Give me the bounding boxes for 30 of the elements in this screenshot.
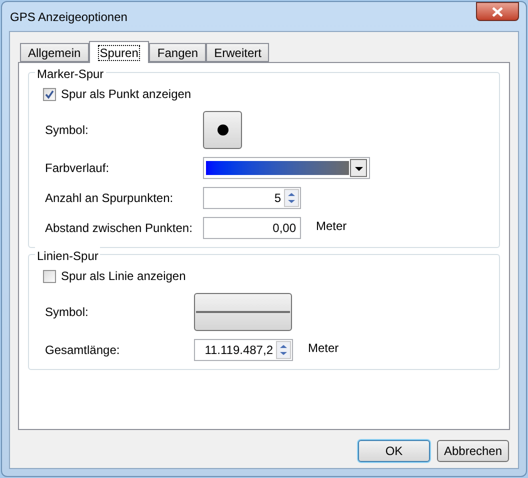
distance-field[interactable]: 0,00 xyxy=(203,217,301,239)
checkbox-label: Spur als Punkt anzeigen xyxy=(61,86,192,103)
field-label: Symbol: xyxy=(44,304,90,321)
spin-arrows-icon[interactable] xyxy=(284,189,299,207)
dialog-button[interactable]: Abbrechen xyxy=(437,440,509,462)
field-label: Farbverlauf: xyxy=(44,160,110,177)
checkbox-label: Spur als Linie anzeigen xyxy=(61,268,186,285)
line-icon xyxy=(196,311,290,313)
dot-icon xyxy=(216,124,228,136)
symbol-button[interactable] xyxy=(203,111,242,149)
tab[interactable]: Fangen xyxy=(149,43,206,62)
close-button[interactable] xyxy=(476,2,519,21)
close-icon xyxy=(492,6,503,16)
spin-arrows-icon[interactable] xyxy=(276,341,291,359)
field-label: Symbol: xyxy=(44,122,90,139)
field-label: Gesamtlänge: xyxy=(44,342,121,359)
checkmark-icon xyxy=(45,90,54,98)
field-label: Anzahl an Spurpunkten: xyxy=(44,190,174,207)
tab[interactable]: Allgemein xyxy=(20,43,89,62)
tab[interactable]: Spuren xyxy=(88,41,150,63)
checkbox[interactable] xyxy=(43,88,56,100)
window-title: GPS Anzeigeoptionen xyxy=(10,8,128,26)
dialog-button[interactable]: OK xyxy=(358,440,430,462)
tab[interactable]: Erweitert xyxy=(206,43,270,62)
gradient-dropdown[interactable] xyxy=(203,157,370,179)
checkbox[interactable] xyxy=(43,270,56,282)
field-label: Abstand zwischen Punkten: xyxy=(44,220,194,237)
group-title: Linien-Spur xyxy=(35,247,100,265)
unit-label: Meter xyxy=(316,218,347,235)
unit-label: Meter xyxy=(308,340,339,357)
